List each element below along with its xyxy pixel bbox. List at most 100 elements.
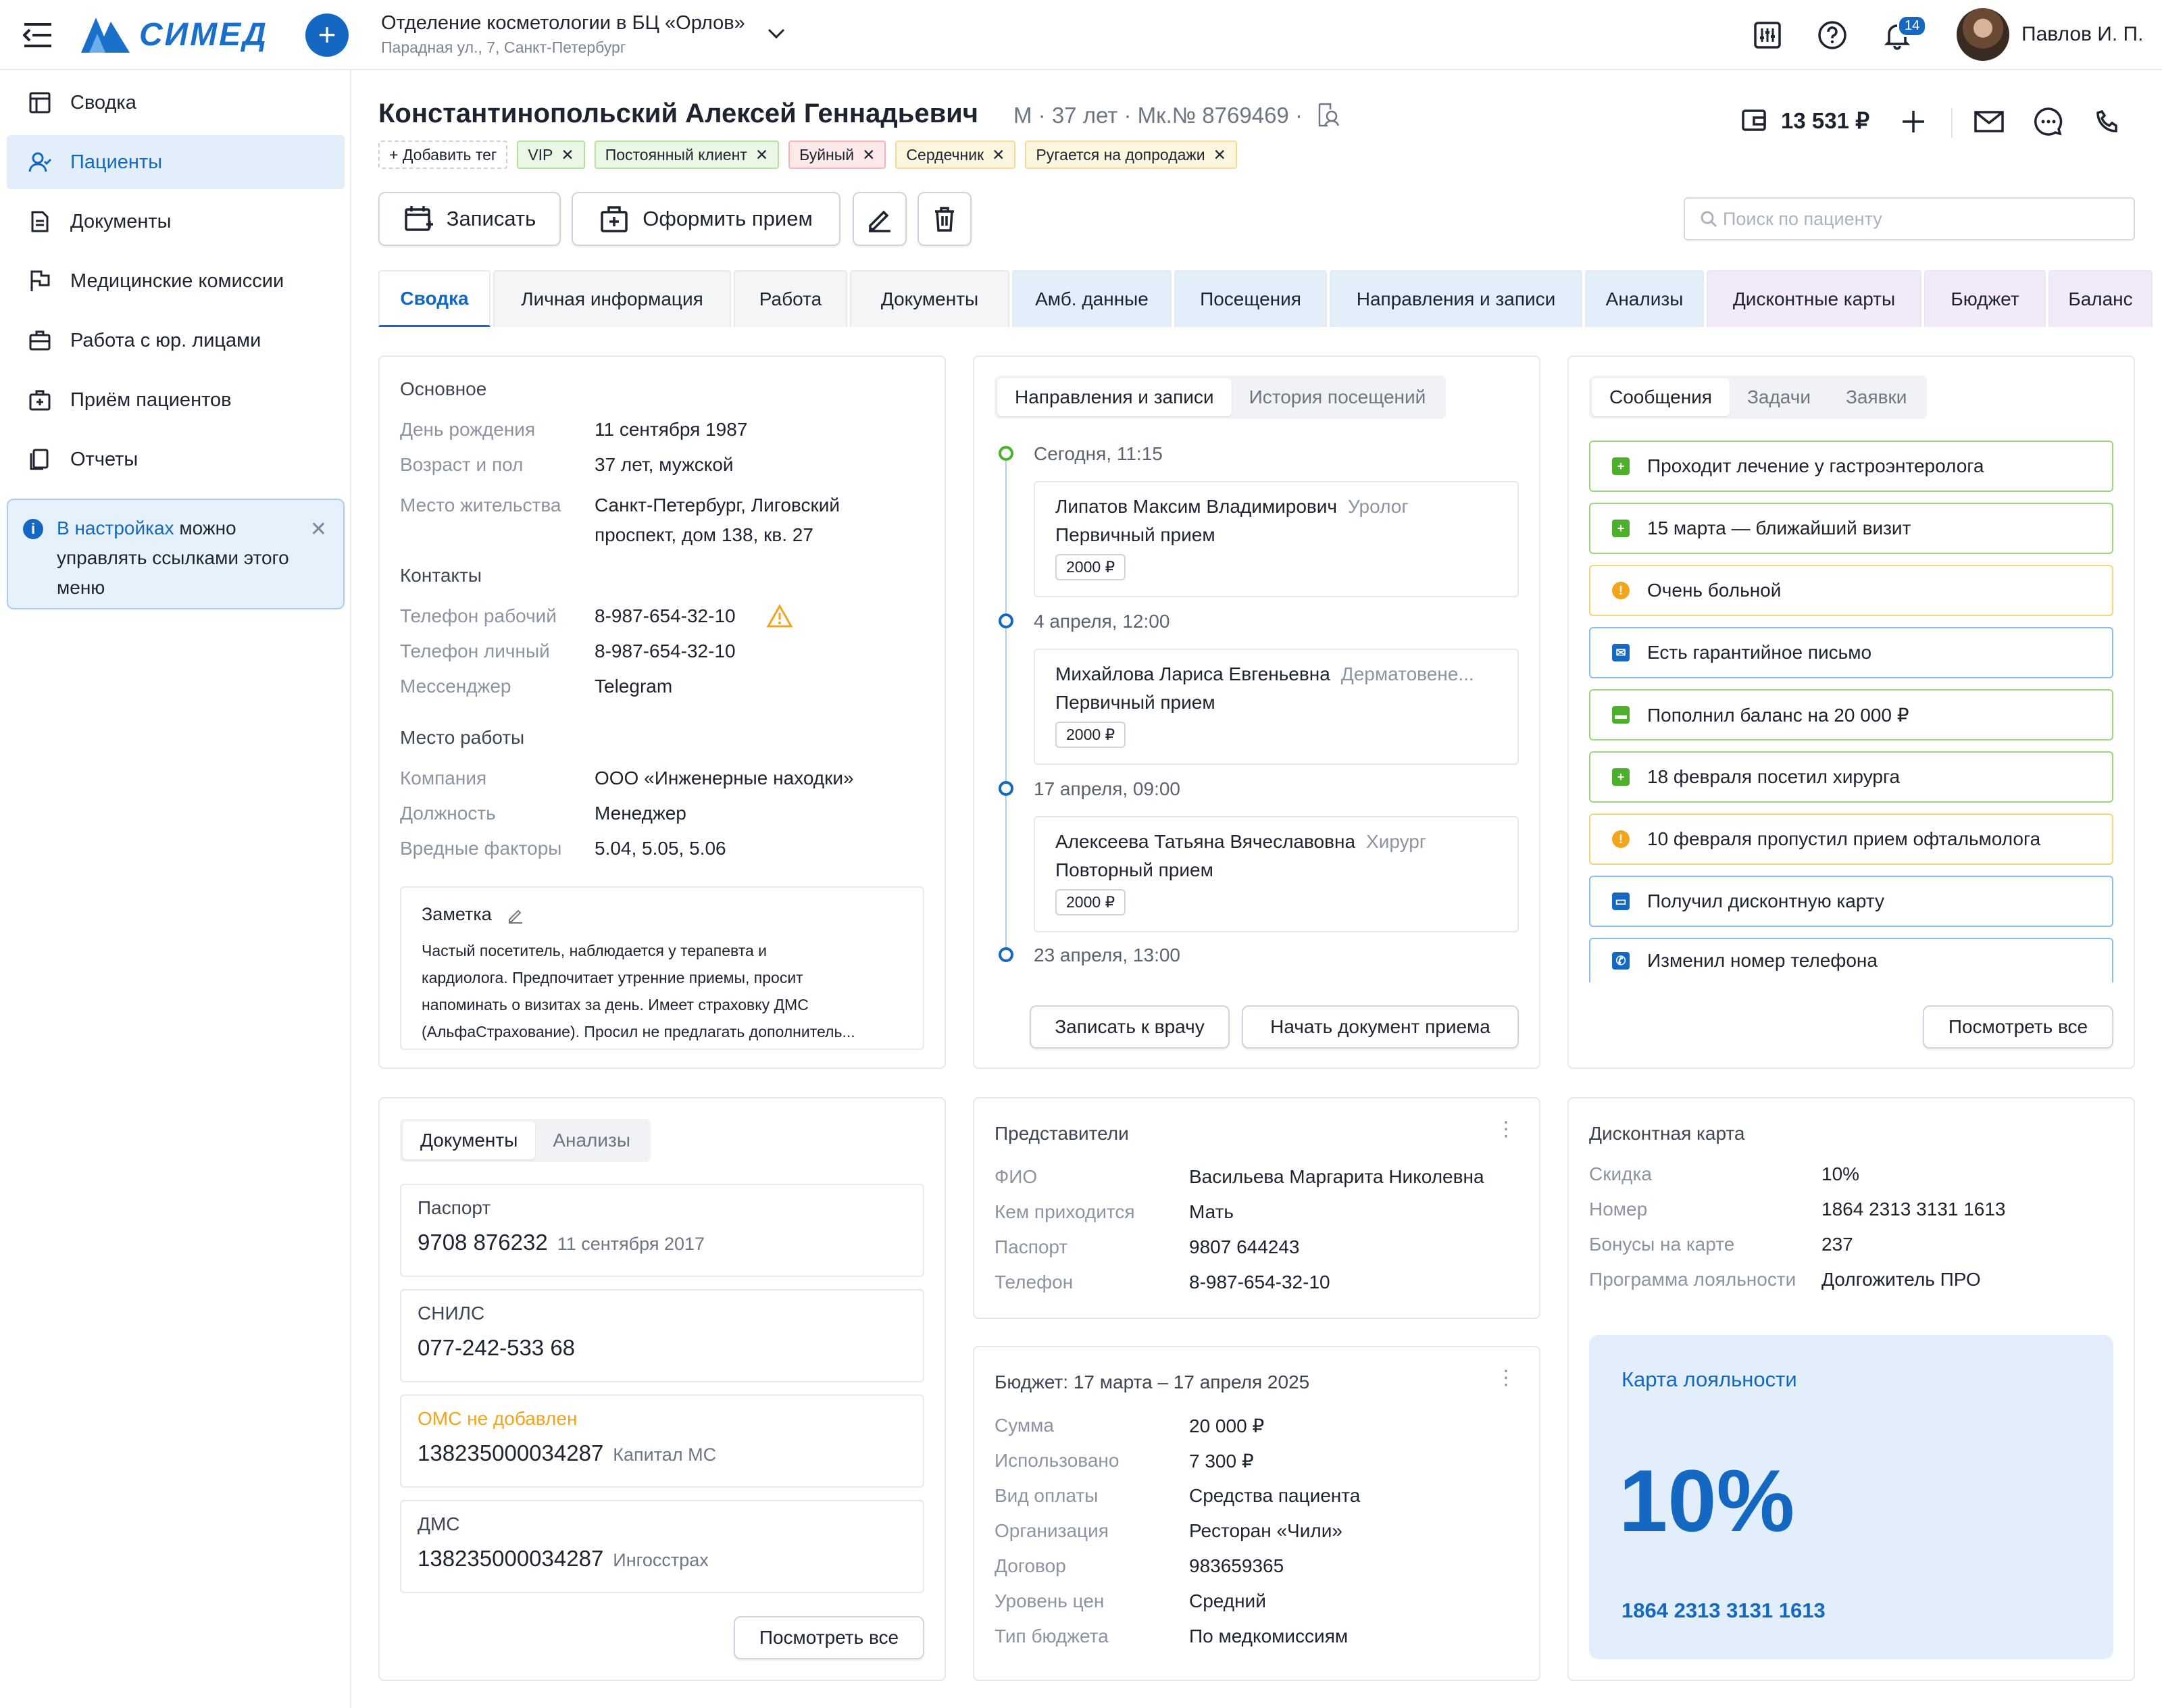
sidebar-item-reception[interactable]: Приём пациентов xyxy=(7,373,345,427)
more-icon[interactable]: ⋮ xyxy=(1496,1117,1516,1141)
chat-icon[interactable] xyxy=(2032,105,2065,138)
message-item[interactable]: +15 марта — ближайший визит xyxy=(1589,503,2113,554)
pencil-icon[interactable] xyxy=(507,906,524,924)
tab-analyses[interactable]: Анализы xyxy=(1585,270,1704,327)
delete-button[interactable] xyxy=(917,192,972,246)
message-item[interactable]: ! 10 февраля пропустил прием офтальмолога xyxy=(1589,813,2113,865)
sidebar-item-summary[interactable]: Сводка xyxy=(7,76,345,130)
field-label: Паспорт xyxy=(995,1236,1068,1257)
user-name[interactable]: Павлов И. П. xyxy=(2021,23,2143,46)
seg-messages[interactable]: Сообщения xyxy=(1592,378,1730,416)
close-icon[interactable]: ✕ xyxy=(310,515,327,545)
message-item[interactable]: +18 февраля посетил хирурга xyxy=(1589,751,2113,803)
tag-remove-icon[interactable]: ✕ xyxy=(992,146,1005,164)
tab-personal-info[interactable]: Личная информация xyxy=(493,270,731,327)
documents-view-all-button[interactable]: Посмотреть все xyxy=(734,1616,924,1659)
avatar[interactable] xyxy=(1957,8,2009,61)
patient-search-input[interactable]: Поиск по пациенту xyxy=(1684,197,2135,241)
create-new-button[interactable]: + xyxy=(305,14,349,57)
message-item[interactable]: ▬ Пополнил баланс на 20 000 ₽ xyxy=(1589,689,2113,740)
loyalty-card-percent: 10% xyxy=(1619,1451,1795,1550)
document-title: ОМС не добавлен xyxy=(418,1408,578,1429)
document-oms[interactable]: ОМС не добавлен 138235000034287 Капитал М… xyxy=(400,1395,924,1488)
seg-requests[interactable]: Заявки xyxy=(1828,378,1924,416)
message-item[interactable]: ▭ Получил дисконтную карту xyxy=(1589,876,2113,927)
tab-visits[interactable]: Посещения xyxy=(1174,270,1327,327)
message-text: 10 февраля пропустил прием офтальмолога xyxy=(1647,828,2041,849)
tag-remove-icon[interactable]: ✕ xyxy=(1213,146,1226,164)
tag-remove-icon[interactable]: ✕ xyxy=(862,146,875,164)
tab-amb-data[interactable]: Амб. данные xyxy=(1012,270,1172,327)
message-item[interactable]: ✉ Есть гарантийное письмо xyxy=(1589,627,2113,678)
appointment-card[interactable]: Михайлова Лариса Евгеньевна Дерматовене..… xyxy=(1034,649,1519,765)
tab-work[interactable]: Работа xyxy=(734,270,847,327)
clinic-selector[interactable]: Отделение косметологии в БЦ «Орлов» Пара… xyxy=(381,12,745,57)
menu-collapse-icon[interactable] xyxy=(23,22,53,49)
field-label: ФИО xyxy=(995,1166,1038,1187)
mail-icon[interactable] xyxy=(1973,105,2005,138)
loyalty-card[interactable]: Карта лояльности 10% 1864 2313 3131 1613 xyxy=(1589,1335,2113,1659)
seg-analyses[interactable]: Анализы xyxy=(535,1122,648,1159)
tab-budget[interactable]: Бюджет xyxy=(1924,270,2046,327)
loyalty-program-link[interactable]: Долгожитель ПРО xyxy=(1821,1269,1981,1290)
appointment-card[interactable]: Липатов Максим Владимирович Уролог Первич… xyxy=(1034,481,1519,597)
message-item[interactable]: ! Очень больной xyxy=(1589,565,2113,616)
logo[interactable]: СИМЕД xyxy=(80,15,268,54)
sidebar-item-documents[interactable]: Документы xyxy=(7,195,345,249)
add-tag-button[interactable]: + Добавить тег xyxy=(378,141,508,169)
edit-button[interactable] xyxy=(853,192,907,246)
seg-tasks[interactable]: Задачи xyxy=(1730,378,1828,416)
field-value: Средства пациента xyxy=(1189,1485,1361,1506)
sidebar-item-med-commissions[interactable]: Медицинские комиссии xyxy=(7,254,345,308)
sidebar-item-patients[interactable]: Пациенты xyxy=(7,135,345,189)
help-icon[interactable] xyxy=(1816,19,1849,51)
clinic-name: Отделение косметологии в БЦ «Орлов» xyxy=(381,12,745,34)
document-dms[interactable]: ДМС 138235000034287 Ингосстрах xyxy=(400,1500,924,1593)
more-icon[interactable]: ⋮ xyxy=(1496,1366,1516,1390)
tab-balance[interactable]: Баланс xyxy=(2048,270,2153,327)
messages-view-all-button[interactable]: Посмотреть все xyxy=(1923,1005,2113,1049)
chevron-down-icon[interactable] xyxy=(766,26,786,42)
tab-discount-cards[interactable]: Дисконтные карты xyxy=(1707,270,1921,327)
sidebar-item-reports[interactable]: Отчеты xyxy=(7,432,345,486)
phone-icon[interactable] xyxy=(2092,105,2124,138)
tag-regular-client: Постоянный клиент ✕ xyxy=(594,141,780,169)
patients-icon xyxy=(28,152,51,172)
note-line: кардиолога. Предпочитает утренние приемы… xyxy=(422,969,803,986)
reception-button[interactable]: Оформить прием xyxy=(572,192,840,246)
message-text: 15 марта — ближайший визит xyxy=(1647,518,1911,538)
sidebar-item-label: Документы xyxy=(70,210,172,232)
tag-list: + Добавить тег VIP ✕ Постоянный клиент ✕ Б… xyxy=(378,141,1237,169)
settings-link[interactable]: В настройках xyxy=(57,518,174,538)
message-item[interactable]: + Проходит лечение у гастроэнтеролога xyxy=(1589,441,2113,492)
note-line: (АльфаСтрахование). Просил не предлагать… xyxy=(422,1023,855,1040)
field-value: 8-987-654-32-10 xyxy=(595,605,736,626)
settings-sliders-icon[interactable] xyxy=(1751,19,1784,51)
document-snils[interactable]: СНИЛС 077-242-533 68 xyxy=(400,1289,924,1382)
balance[interactable]: 13 531 ₽ xyxy=(1740,107,1869,134)
tab-referrals[interactable]: Направления и записи xyxy=(1330,270,1582,327)
timeline-dot xyxy=(999,781,1013,796)
messages-segment: Сообщения Задачи Заявки xyxy=(1589,376,1928,419)
sidebar-item-legal-entities[interactable]: Работа с юр. лицами xyxy=(7,313,345,368)
add-icon[interactable] xyxy=(1897,105,1930,138)
tag-remove-icon[interactable]: ✕ xyxy=(755,146,768,164)
tab-summary[interactable]: Сводка xyxy=(378,270,491,327)
book-doctor-button[interactable]: Записать к врачу xyxy=(1030,1005,1230,1049)
book-button[interactable]: Записать xyxy=(378,192,561,246)
seg-documents[interactable]: Документы xyxy=(403,1122,536,1159)
tag-remove-icon[interactable]: ✕ xyxy=(561,146,574,164)
tab-documents[interactable]: Документы xyxy=(850,270,1009,327)
seg-visit-history[interactable]: История посещений xyxy=(1232,378,1444,416)
seg-referrals[interactable]: Направления и записи xyxy=(997,378,1232,416)
field-label: Телефон личный xyxy=(400,640,550,661)
field-label: Бонусы на карте xyxy=(1589,1234,1735,1255)
message-item[interactable]: ✆ Изменил номер телефона xyxy=(1589,938,2113,982)
doctor-specialty: Уролог xyxy=(1348,496,1409,517)
patient-card-search-icon[interactable] xyxy=(1315,101,1342,128)
appointment-card[interactable]: Алексеева Татьяна Вячеславовна Хирург Пов… xyxy=(1034,816,1519,932)
start-document-button[interactable]: Начать документ приема xyxy=(1242,1005,1519,1049)
field-label: Возраст и пол xyxy=(400,454,524,475)
document-passport[interactable]: Паспорт 9708 876232 11 сентября 2017 xyxy=(400,1184,924,1277)
timeline-dot xyxy=(999,613,1013,628)
